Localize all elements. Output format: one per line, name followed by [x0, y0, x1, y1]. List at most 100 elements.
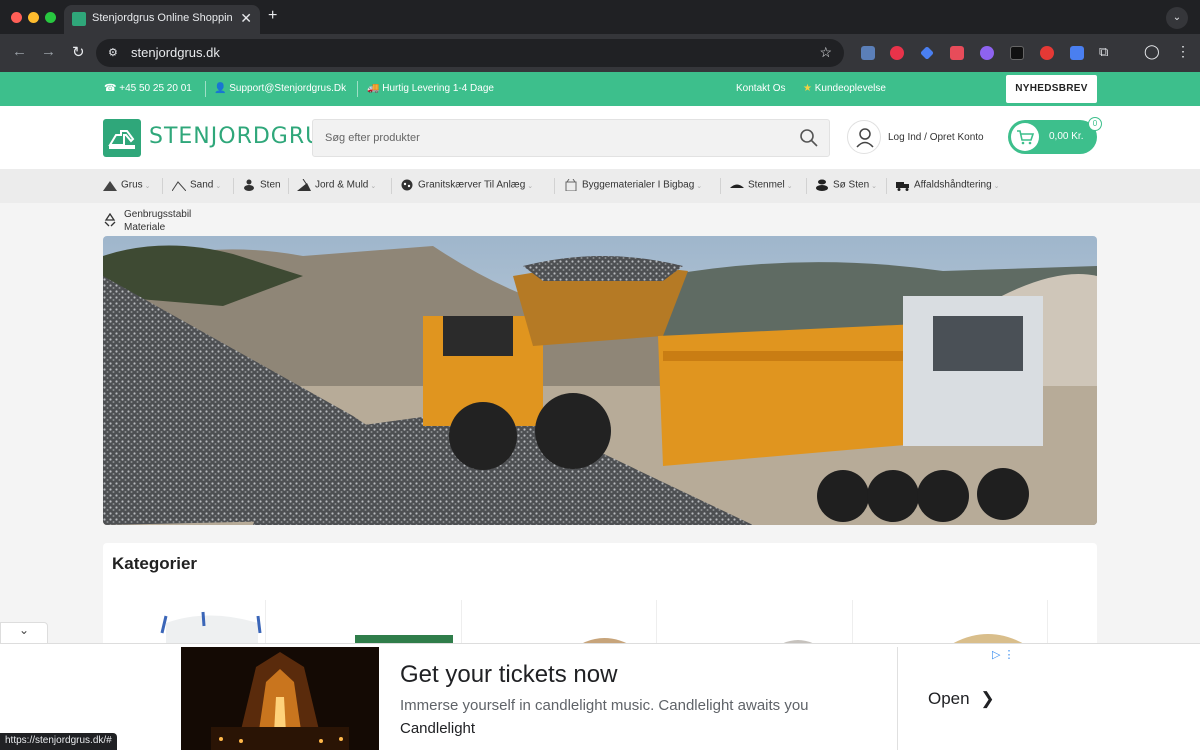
extension-icon[interactable]	[890, 46, 904, 60]
recycle-icon	[104, 213, 116, 227]
adchoices-icon[interactable]: ▷ ⋮	[992, 648, 1015, 661]
divider	[288, 178, 289, 194]
lake-stones-icon	[816, 179, 828, 191]
browser-toolbar: ← → ↻ ⚙ stenjordgrus.dk ☆ ⧉ ◯ ⋮	[0, 34, 1200, 72]
site-settings-icon[interactable]: ⚙	[108, 46, 118, 59]
bigbag-icon	[565, 179, 577, 191]
nav-item-jord-muld[interactable]: Jord & Muld ⌄	[297, 179, 376, 191]
logo-excavator-icon[interactable]	[103, 119, 141, 157]
status-bar-url: https://stenjordgrus.dk/#	[0, 733, 117, 750]
stones-icon	[244, 179, 254, 191]
cart-total: 0,00 Kr.	[1049, 131, 1084, 142]
phone-link[interactable]: ☎ +45 50 25 20 01	[104, 83, 192, 94]
phone-text: +45 50 25 20 01	[119, 83, 192, 94]
browser-tab-bar: Stenjordgrus Online Shopping ✕ + ⌄	[0, 0, 1200, 34]
user-account-icon[interactable]	[847, 120, 881, 154]
reviews-link[interactable]: ★ Kundeoplevelse	[803, 83, 886, 94]
extension-icon[interactable]	[1010, 46, 1024, 60]
site-header: STENJORDGRUS Søg efter produkter Log Ind…	[0, 106, 1200, 169]
nav-item-stenmel[interactable]: Stenmel ⌄	[730, 179, 793, 191]
reload-icon[interactable]: ↻	[72, 43, 85, 61]
newsletter-button[interactable]: NYHEDSBREV	[1006, 75, 1097, 103]
divider	[886, 178, 887, 194]
nav-item-affaldshaandtering[interactable]: Affaldshåndtering ⌄	[896, 179, 1000, 191]
phone-icon: ☎	[104, 83, 117, 94]
nav-item-so-sten[interactable]: Sø Sten ⌄	[815, 179, 877, 191]
divider	[233, 178, 234, 194]
ad-brand: Candlelight	[400, 720, 476, 737]
extension-icon[interactable]	[1040, 46, 1054, 60]
close-window-button[interactable]	[11, 12, 22, 23]
address-url: stenjordgrus.dk	[131, 45, 220, 60]
menu-kebab-icon[interactable]: ⋮	[1176, 43, 1190, 60]
collapse-ad-chevron-icon[interactable]: ⌄	[0, 622, 48, 644]
sand-icon	[172, 181, 186, 191]
site-favicon-icon	[72, 12, 86, 26]
shield-extension-icon[interactable]	[950, 46, 964, 60]
nav-item-granitskaerver[interactable]: Granitskærver Til Anlæg ⌄	[400, 179, 533, 191]
login-link[interactable]: Log Ind / Opret Konto	[888, 132, 984, 143]
tab-search-button[interactable]: ⌄	[1166, 7, 1188, 29]
divider	[554, 178, 555, 194]
bookmark-star-icon[interactable]: ☆	[819, 44, 832, 61]
nav-item-genbrugsstabil[interactable]: Genbrugsstabil Materiale	[103, 208, 191, 234]
divider	[720, 178, 721, 194]
shopping-cart-icon	[1011, 123, 1039, 151]
contact-link[interactable]: Kontakt Os	[736, 83, 785, 94]
site-logo[interactable]: STENJORDGRUS	[149, 124, 337, 149]
divider	[897, 647, 898, 750]
divider	[806, 178, 807, 194]
divider	[391, 178, 392, 194]
search-icon[interactable]	[799, 128, 819, 148]
new-tab-button[interactable]: +	[268, 7, 277, 25]
nav-label-line2: Materiale	[124, 222, 166, 233]
candlelight-concert-image[interactable]	[181, 647, 379, 750]
advertisement-banner[interactable]: Get your tickets now Immerse yourself in…	[0, 643, 1200, 750]
cart-button[interactable]: 0,00 Kr.	[1008, 120, 1097, 154]
extensions-puzzle-icon[interactable]: ⧉	[1099, 44, 1108, 60]
minimize-window-button[interactable]	[28, 12, 39, 23]
section-title: Kategorier	[112, 554, 198, 573]
gravel-pile-icon	[103, 181, 117, 191]
ad-open-label: Open	[928, 689, 970, 708]
stone-flour-icon	[730, 184, 744, 188]
email-text: Support@Stenjordgrus.Dk	[229, 83, 347, 94]
ad-headline[interactable]: Get your tickets now	[400, 661, 617, 689]
maximize-window-button[interactable]	[45, 12, 56, 23]
extension-icon[interactable]	[861, 46, 875, 60]
profile-icon[interactable]: ◯	[1144, 43, 1160, 60]
search-placeholder: Søg efter produkter	[325, 132, 420, 144]
granite-icon	[401, 179, 413, 191]
extension-icon[interactable]	[980, 46, 994, 60]
nav-item-byggematerialer[interactable]: Byggematerialer I Bigbag ⌄	[564, 179, 702, 191]
nav-item-sten[interactable]: Sten	[242, 179, 281, 191]
extension-icon[interactable]	[920, 46, 934, 60]
divider	[357, 81, 358, 97]
forward-arrow-icon[interactable]: →	[41, 43, 56, 60]
back-arrow-icon[interactable]: ←	[12, 43, 27, 60]
hero-banner-image[interactable]	[103, 236, 1097, 525]
reviews-text: Kundeoplevelse	[814, 83, 886, 94]
tab-title: Stenjordgrus Online Shopping	[92, 12, 232, 24]
nav-label-line1: Genbrugsstabil	[124, 209, 192, 220]
user-support-icon: 👤	[214, 83, 227, 94]
ad-open-button[interactable]: Open ❯	[928, 689, 995, 709]
product-search-input[interactable]: Søg efter produkter	[312, 119, 830, 157]
address-bar[interactable]: ⚙ stenjordgrus.dk ☆	[96, 39, 844, 67]
star-icon: ★	[803, 83, 812, 94]
tab-close-icon[interactable]: ✕	[240, 10, 252, 27]
email-link[interactable]: 👤 Support@Stenjordgrus.Dk	[214, 83, 346, 94]
chevron-right-icon: ❯	[980, 689, 995, 708]
delivery-truck-icon: 🚚	[367, 83, 380, 94]
nav-item-sand[interactable]: Sand ⌄	[172, 179, 221, 191]
translate-extension-icon[interactable]	[1070, 46, 1084, 60]
delivery-text: Hurtig Levering 1-4 Dage	[382, 83, 494, 94]
delivery-info: 🚚 Hurtig Levering 1-4 Dage	[367, 83, 494, 94]
divider	[162, 178, 163, 194]
waste-truck-icon	[896, 182, 909, 191]
nav-item-grus[interactable]: Grus ⌄	[103, 179, 151, 191]
soil-icon	[297, 179, 311, 191]
browser-tab[interactable]: Stenjordgrus Online Shopping ✕	[64, 5, 260, 34]
divider	[205, 81, 206, 97]
category-nav: Grus ⌄ Sand ⌄ Sten Jord & Muld ⌄ Granitskær…	[0, 169, 1200, 203]
